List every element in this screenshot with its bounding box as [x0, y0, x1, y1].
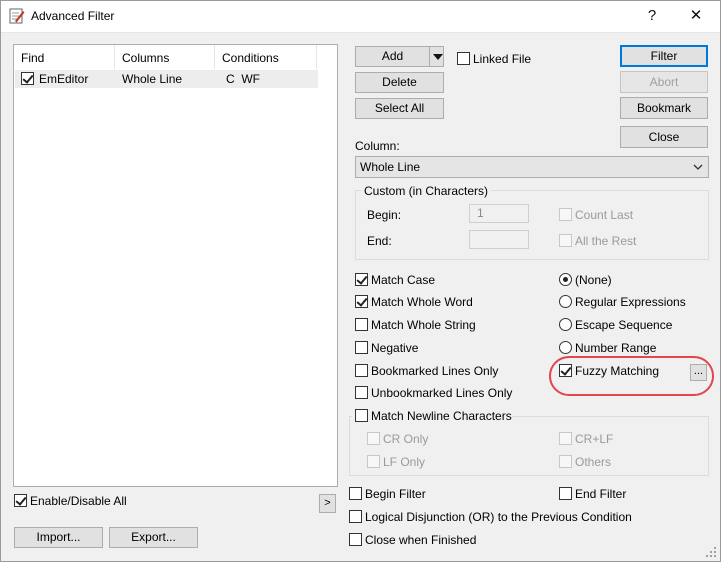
bookmark-button[interactable]: Bookmark — [620, 97, 708, 119]
close-window-button[interactable]: ✕ — [686, 6, 706, 26]
crlf-label: CR+LF — [575, 432, 614, 446]
escape-sequence-radio[interactable] — [559, 318, 572, 331]
match-newline-label: Match Newline Characters — [371, 409, 512, 423]
all-the-rest-label: All the Rest — [575, 234, 637, 248]
close-when-finished-label: Close when Finished — [365, 533, 477, 547]
column-header-find[interactable]: Find — [14, 45, 115, 69]
add-button[interactable]: Add — [355, 46, 444, 67]
bookmarked-only-checkbox[interactable] — [355, 364, 368, 377]
delete-button[interactable]: Delete — [355, 72, 444, 93]
fuzzy-settings-button[interactable]: ... — [690, 364, 707, 381]
match-case-label: Match Case — [371, 273, 436, 287]
fuzzy-matching-label: Fuzzy Matching — [575, 364, 660, 378]
linked-file-label: Linked File — [473, 52, 532, 66]
column-header-columns[interactable]: Columns — [115, 45, 215, 69]
match-whole-string-checkbox[interactable] — [355, 318, 368, 331]
linked-file-checkbox[interactable] — [457, 52, 470, 65]
escape-sequence-label: Escape Sequence — [575, 318, 673, 332]
export-button[interactable]: Export... — [109, 527, 198, 548]
help-button[interactable]: ? — [642, 6, 662, 26]
all-the-rest-checkbox[interactable] — [559, 234, 572, 247]
more-button[interactable]: > — [319, 494, 336, 513]
column-select[interactable]: Whole Line — [355, 156, 709, 178]
list-header: Find Columns Conditions — [14, 45, 337, 69]
row-checkbox[interactable] — [21, 72, 34, 85]
logical-or-checkbox[interactable] — [349, 510, 362, 523]
count-last-checkbox[interactable] — [559, 208, 572, 221]
count-last-label: Count Last — [575, 208, 634, 222]
begin-label: Begin: — [367, 208, 402, 222]
chevron-down-icon[interactable] — [433, 54, 443, 60]
custom-group — [355, 190, 709, 260]
filter-list[interactable]: Find Columns Conditions EmEditor Whole L… — [13, 44, 338, 487]
regex-label: Regular Expressions — [575, 295, 686, 309]
custom-group-title: Custom (in Characters) — [361, 184, 492, 198]
match-whole-word-checkbox[interactable] — [355, 295, 368, 308]
resize-grip-icon[interactable] — [705, 546, 717, 558]
begin-filter-checkbox[interactable] — [349, 487, 362, 500]
fuzzy-matching-checkbox[interactable] — [559, 364, 572, 377]
number-range-radio[interactable] — [559, 341, 572, 354]
none-radio[interactable] — [559, 273, 572, 286]
split-divider — [429, 47, 430, 66]
app-icon — [9, 8, 25, 24]
end-filter-label: End Filter — [575, 487, 627, 501]
logical-or-label: Logical Disjunction (OR) to the Previous… — [365, 510, 632, 524]
bookmarked-only-label: Bookmarked Lines Only — [371, 364, 499, 378]
end-field[interactable] — [469, 230, 529, 249]
column-select-value: Whole Line — [360, 160, 421, 174]
match-whole-word-label: Match Whole Word — [371, 295, 473, 309]
select-all-button[interactable]: Select All — [355, 98, 444, 119]
unbookmarked-only-checkbox[interactable] — [355, 386, 368, 399]
chevron-down-icon — [693, 164, 703, 170]
negative-checkbox[interactable] — [355, 341, 368, 354]
others-checkbox[interactable] — [559, 455, 572, 468]
end-filter-checkbox[interactable] — [559, 487, 572, 500]
match-case-checkbox[interactable] — [355, 273, 368, 286]
row-columns: Whole Line — [122, 72, 183, 86]
cr-only-label: CR Only — [383, 432, 429, 446]
row-conditions: C WF — [226, 72, 260, 86]
window-title: Advanced Filter — [31, 9, 115, 23]
lf-only-checkbox[interactable] — [367, 455, 380, 468]
end-label: End: — [367, 234, 392, 248]
begin-filter-label: Begin Filter — [365, 487, 426, 501]
add-label: Add — [381, 49, 404, 63]
column-label: Column: — [355, 139, 400, 153]
column-header-conditions[interactable]: Conditions — [215, 45, 317, 69]
number-range-label: Number Range — [575, 341, 657, 355]
lf-only-label: LF Only — [383, 455, 426, 469]
table-row[interactable]: EmEditor Whole Line C WF — [15, 70, 318, 88]
abort-button[interactable]: Abort — [620, 71, 708, 93]
enable-all-checkbox[interactable] — [14, 494, 27, 507]
none-label: (None) — [575, 273, 612, 287]
crlf-checkbox[interactable] — [559, 432, 572, 445]
close-when-finished-checkbox[interactable] — [349, 533, 362, 546]
filter-button[interactable]: Filter — [620, 45, 708, 67]
match-whole-string-label: Match Whole String — [371, 318, 476, 332]
begin-field[interactable]: 1 — [469, 204, 529, 223]
negative-label: Negative — [371, 341, 419, 355]
close-button[interactable]: Close — [620, 126, 708, 148]
cr-only-checkbox[interactable] — [367, 432, 380, 445]
row-find: EmEditor — [39, 72, 89, 86]
unbookmarked-only-label: Unbookmarked Lines Only — [371, 386, 513, 400]
import-button[interactable]: Import... — [14, 527, 103, 548]
regex-radio[interactable] — [559, 295, 572, 308]
match-newline-checkbox[interactable] — [355, 409, 368, 422]
enable-all-label: Enable/Disable All — [30, 494, 127, 508]
others-label: Others — [575, 455, 612, 469]
